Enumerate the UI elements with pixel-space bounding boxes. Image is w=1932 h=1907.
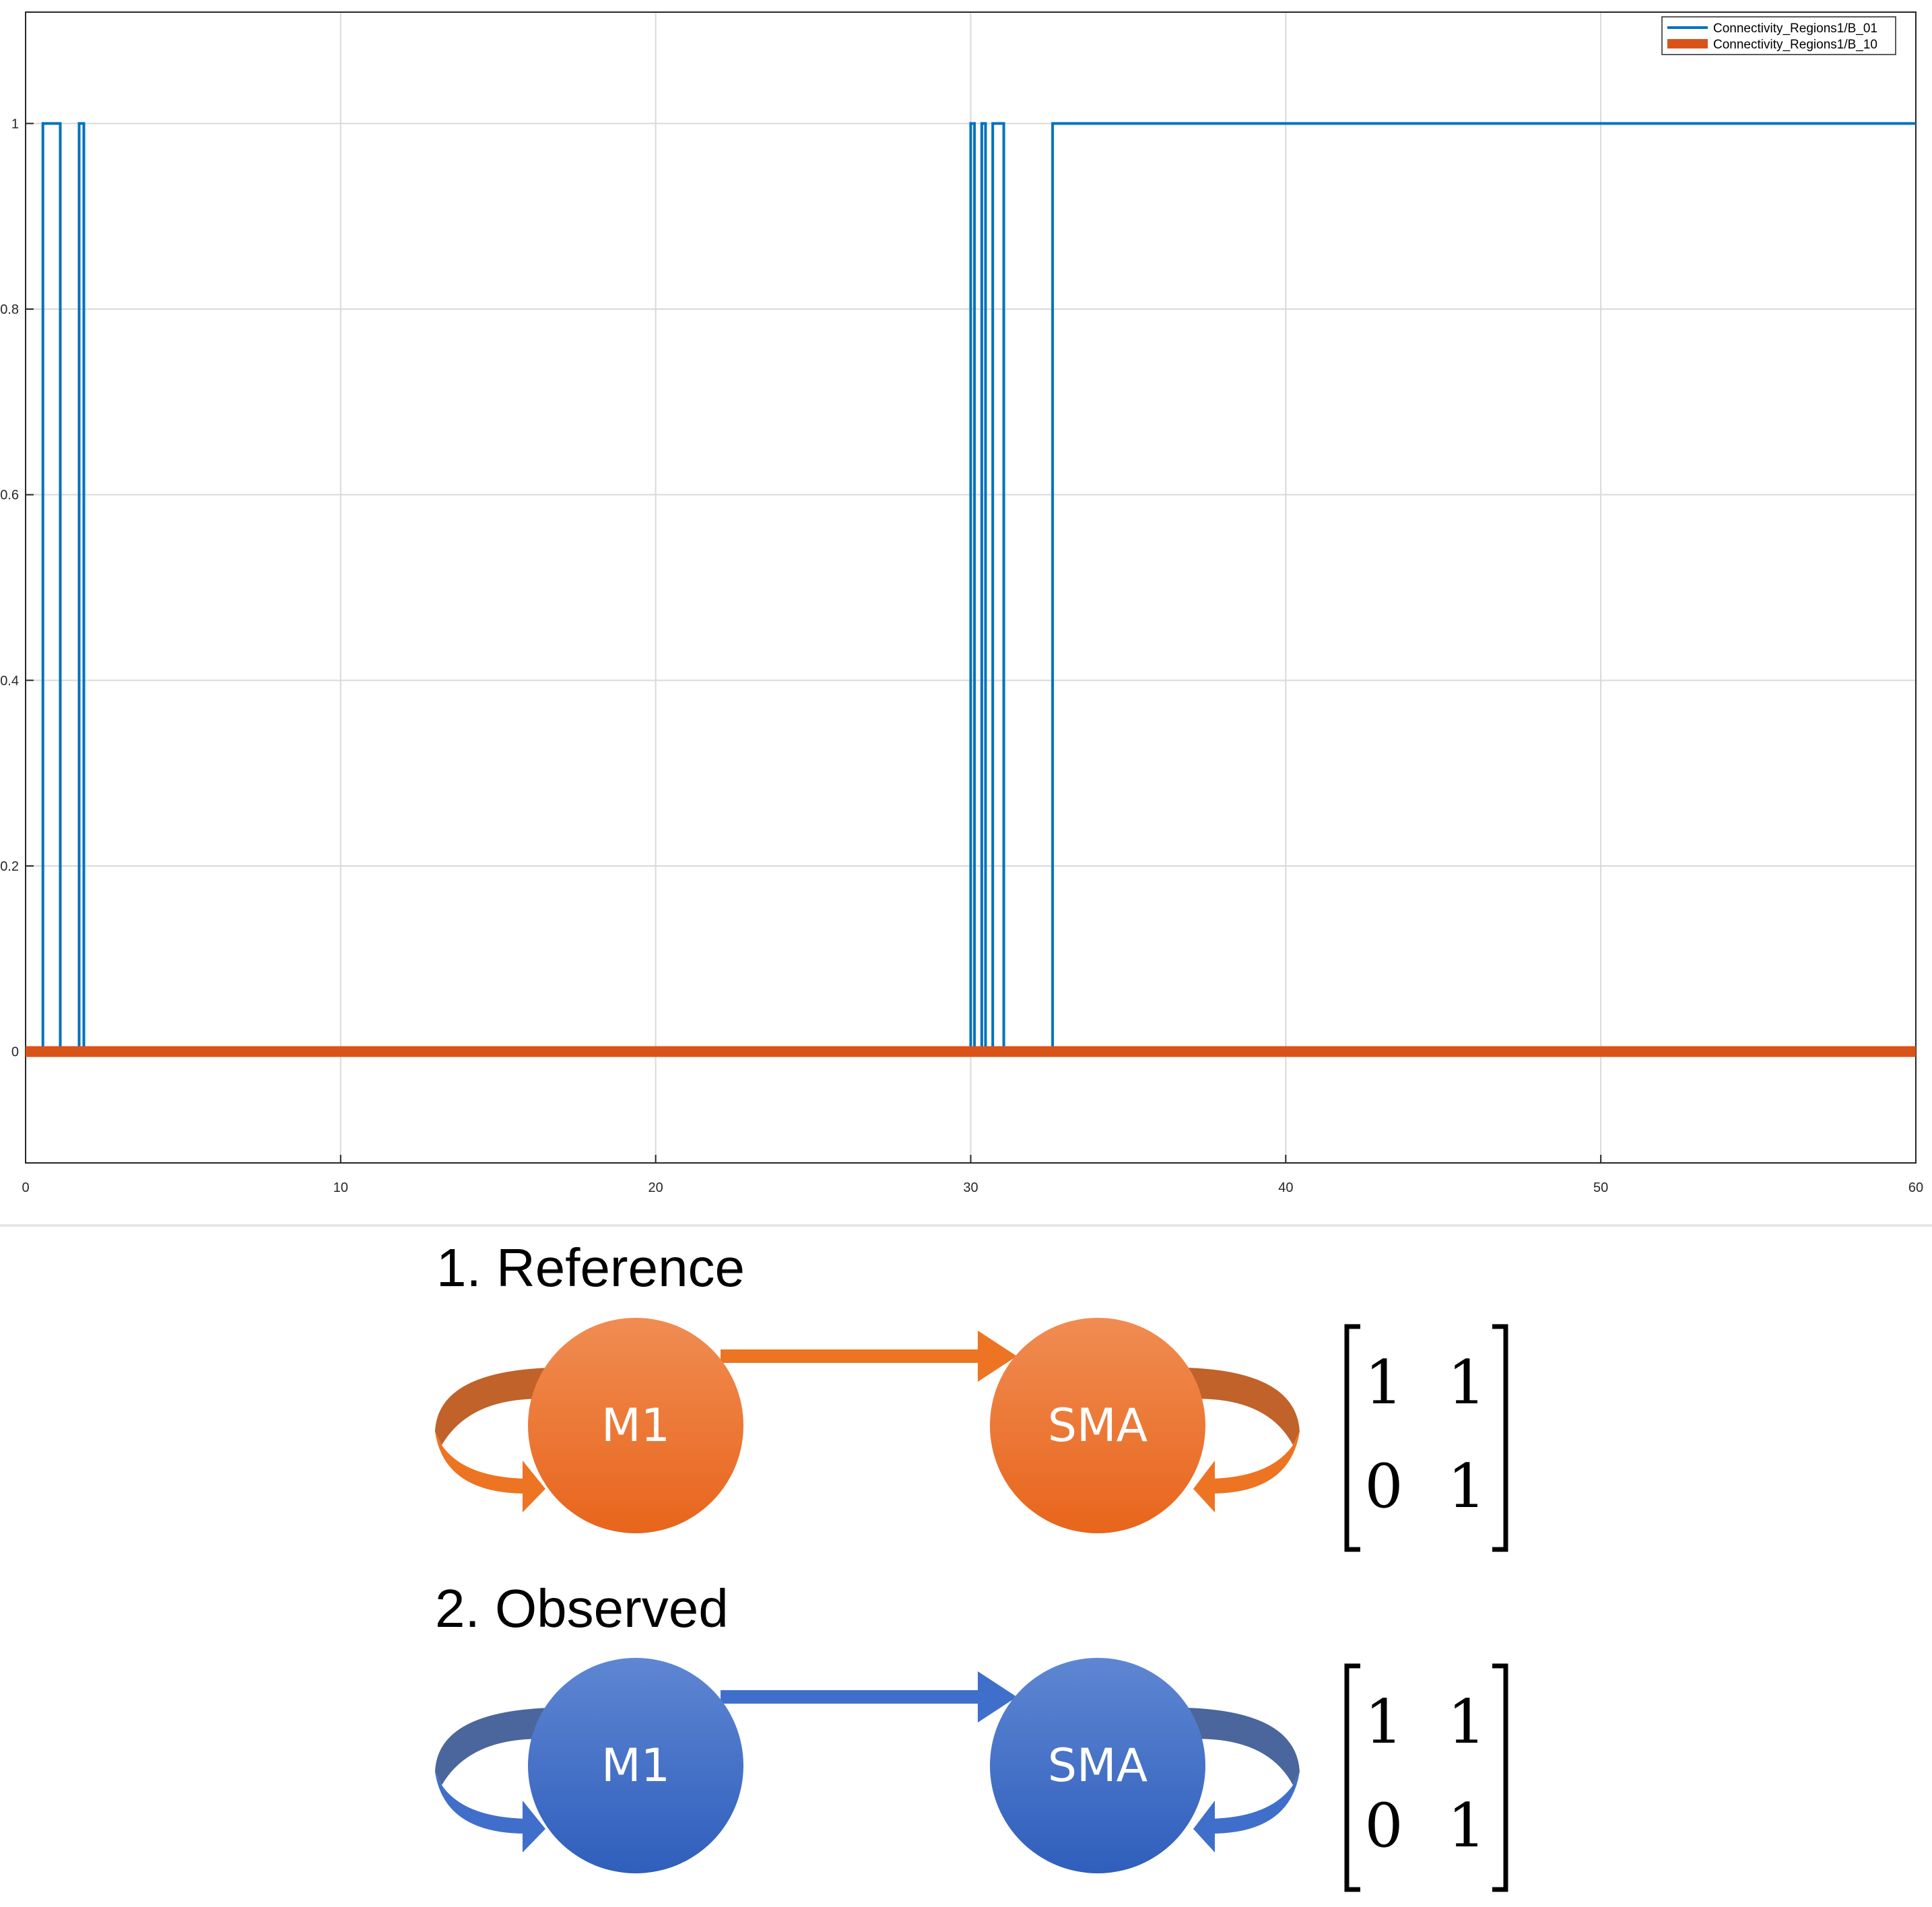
x-tick-label: 0	[22, 1180, 29, 1195]
sma-label: SMA	[1048, 1399, 1147, 1452]
reference-heading: 1. Reference	[436, 1238, 745, 1298]
matrix-cell-21: 0	[1364, 1791, 1403, 1861]
m1-label: M1	[601, 1739, 670, 1793]
chart-panel: 0 10 20 30 40 50 60 0 0.2 0.4 0.6 0.8 1 Connectivity_…	[0, 0, 1932, 1230]
x-tick-label: 20	[648, 1180, 663, 1195]
sma-label: SMA	[1048, 1739, 1147, 1793]
y-tick-label: 0.4	[0, 673, 19, 688]
x-tick-label: 10	[333, 1180, 348, 1195]
matrix-cell-12: 1	[1447, 1687, 1486, 1758]
observed-matrix: 1 1 0 1	[1344, 1663, 1508, 1892]
y-tick-label: 0.2	[0, 859, 19, 874]
y-tick-label: 0.6	[0, 488, 19, 503]
reference-diagram: 1. Reference M1 SMA 1 1 0 1	[0, 1230, 1932, 1566]
m1-label: M1	[601, 1399, 670, 1452]
observed-heading: 2. Observed	[435, 1578, 729, 1638]
step-chart: 0 10 20 30 40 50 60 0 0.2 0.4 0.6 0.8 1 Connectivity_…	[0, 0, 1932, 1230]
m1-to-sma-arrow	[721, 1331, 1017, 1382]
matrix-cell-22: 1	[1447, 1791, 1486, 1861]
matrix-cell-12: 1	[1447, 1347, 1486, 1418]
reference-matrix: 1 1 0 1	[1344, 1324, 1508, 1552]
y-tick-label: 1	[11, 116, 19, 131]
x-tick-label: 60	[1908, 1180, 1923, 1195]
observed-diagram: 2. Observed M1 SMA 1 1 0 1	[0, 1566, 1932, 1907]
y-tick-label: 0.8	[0, 302, 19, 317]
legend-label: Connectivity_Regions1/B_10	[1713, 38, 1877, 52]
matrix-cell-21: 0	[1364, 1451, 1403, 1522]
y-tick-label: 0	[11, 1045, 19, 1060]
m1-to-sma-arrow	[721, 1671, 1017, 1722]
matrix-cell-11: 1	[1364, 1347, 1403, 1418]
legend-label: Connectivity_Regions1/B_01	[1713, 22, 1877, 36]
matrix-cell-22: 1	[1447, 1451, 1486, 1522]
x-tick-label: 40	[1278, 1180, 1293, 1195]
matrix-cell-11: 1	[1364, 1687, 1403, 1758]
x-tick-label: 30	[963, 1180, 978, 1195]
x-tick-label: 50	[1593, 1180, 1608, 1195]
